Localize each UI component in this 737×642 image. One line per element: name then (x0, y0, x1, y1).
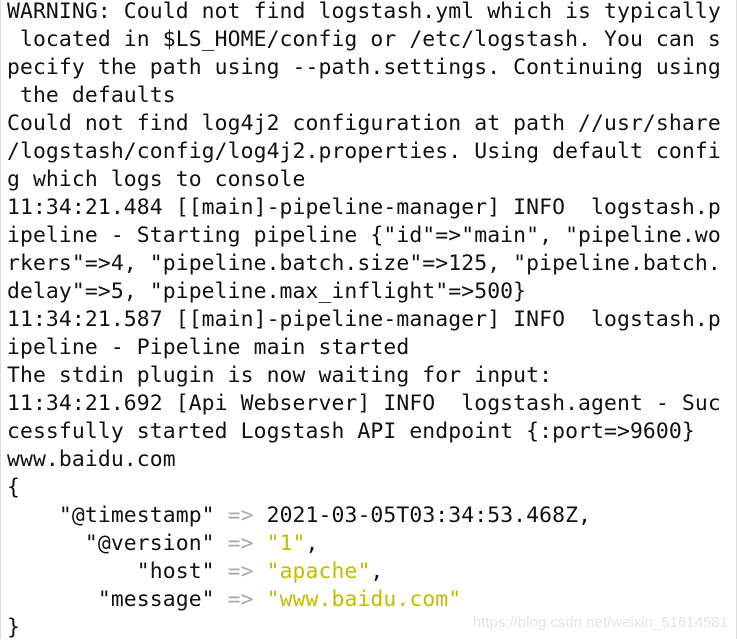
output-line: g which logs to console (7, 167, 306, 192)
output-line: WARNING: Could not find logstash.yml whi… (7, 0, 721, 24)
watermark: https://blog.csdn.net/weixin_51614581 (472, 614, 728, 631)
field-value: "apache" (266, 559, 371, 584)
output-line: delay"=>5, "pipeline.max_inflight"=>500} (7, 279, 527, 304)
output-line: 11:34:21.692 [Api Webserver] INFO logsta… (7, 391, 721, 416)
field-key: "@version" (7, 531, 228, 556)
output-line: pecify the path using --path.settings. C… (7, 55, 721, 80)
field-value: "1" (266, 531, 306, 556)
field-key: "message" (7, 587, 228, 612)
output-line: cessfully started Logstash API endpoint … (7, 419, 695, 444)
output-line: located in $LS_HOME/config or /etc/logst… (7, 27, 721, 52)
output-line: 11:34:21.484 [[main]-pipeline-manager] I… (7, 195, 721, 220)
output-line: the defaults (7, 83, 176, 108)
output-line: www.baidu.com (7, 447, 176, 472)
arrow-operator: => (227, 559, 254, 584)
output-line: { (7, 475, 20, 500)
field-key: "@timestamp" (7, 503, 228, 528)
field-suffix: , (370, 559, 384, 584)
event-field: "@version" => "1", (7, 530, 721, 558)
terminal-window: WARNING: Could not find logstash.yml whi… (0, 0, 737, 642)
event-field: "message" => "www.baidu.com" (7, 586, 721, 614)
output-line: The stdin plugin is now waiting for inpu… (7, 363, 553, 388)
field-key: "host" (7, 559, 228, 584)
output-line: rkers"=>4, "pipeline.batch.size"=>125, "… (7, 251, 721, 276)
event-field: "host" => "apache", (7, 558, 721, 586)
field-suffix: , (578, 503, 592, 528)
event-field: "@timestamp" => 2021-03-05T03:34:53.468Z… (7, 502, 721, 530)
output-line: ipeline - Starting pipeline {"id"=>"main… (7, 223, 721, 248)
output-line: 11:34:21.587 [[main]-pipeline-manager] I… (7, 307, 721, 332)
output-line: Could not find log4j2 configuration at p… (7, 111, 721, 136)
arrow-operator: => (227, 587, 254, 612)
field-value: "www.baidu.com" (266, 587, 462, 612)
output-line: /logstash/config/log4j2.properties. Usin… (7, 139, 721, 164)
terminal-output: WARNING: Could not find logstash.yml whi… (7, 0, 721, 642)
field-suffix: , (305, 531, 319, 556)
field-value: 2021-03-05T03:34:53.468Z (266, 503, 579, 528)
arrow-operator: => (227, 531, 254, 556)
output-line: ipeline - Pipeline main started (7, 335, 410, 360)
arrow-operator: => (227, 503, 254, 528)
